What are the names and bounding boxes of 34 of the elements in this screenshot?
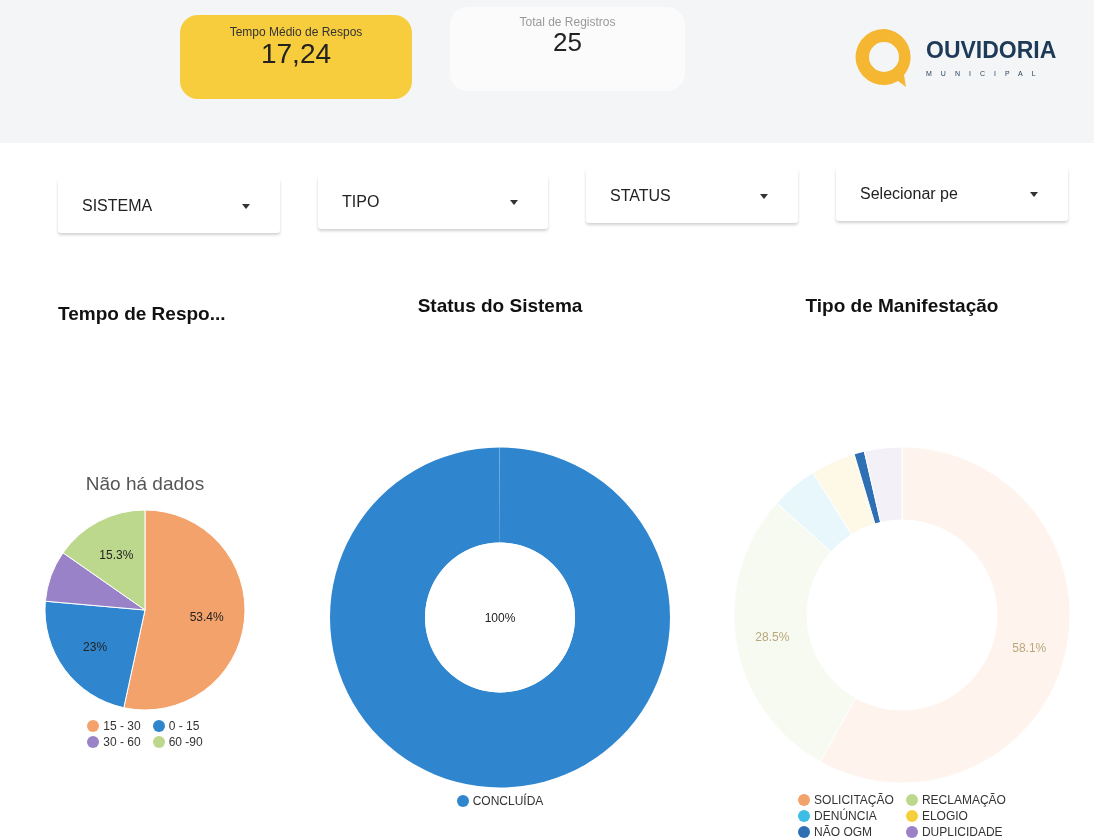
chart-title: Tipo de Manifestação bbox=[805, 295, 999, 317]
filter-dropdown[interactable]: SISTEMA bbox=[58, 179, 280, 233]
legend-label: DUPLICIDADE bbox=[921, 825, 1003, 839]
legend-label: 0 - 15 bbox=[168, 719, 200, 733]
legend-label: ELOGIO bbox=[921, 809, 968, 823]
value-label: 100% bbox=[484, 610, 516, 625]
value-label: 58.1% bbox=[1012, 641, 1047, 656]
legend-label: DENÚNCIA bbox=[814, 809, 877, 823]
legend-label: NÃO OGM bbox=[814, 825, 873, 839]
filter-dropdown[interactable]: TIPO bbox=[318, 175, 548, 229]
metric-label: Total de Registros bbox=[519, 15, 616, 29]
legend-label: 30 - 60 bbox=[103, 735, 141, 749]
logo-title: OUVIDORIA bbox=[926, 37, 1057, 64]
caret-icon bbox=[760, 193, 768, 199]
value-label: 23% bbox=[83, 639, 108, 654]
caret-icon bbox=[242, 203, 250, 209]
legend-label: 60 -90 bbox=[168, 735, 203, 749]
metric-value: 17,24 bbox=[260, 39, 332, 69]
caret-icon bbox=[510, 199, 518, 205]
filter-dropdown[interactable]: STATUS bbox=[586, 169, 798, 223]
metric-label: Tempo Médio de Respos bbox=[229, 25, 363, 39]
metric-value: 25 bbox=[553, 29, 582, 57]
value-label: 15.3% bbox=[99, 548, 134, 563]
legend-label: RECLAMAÇÃO bbox=[921, 793, 1006, 807]
value-label: 53.4% bbox=[189, 609, 224, 624]
legend-label: CONCLUÍDA bbox=[472, 794, 544, 808]
legend-label: 15 - 30 bbox=[103, 719, 141, 733]
legend-label: SOLICITAÇÃO bbox=[814, 793, 894, 807]
filter-dropdown[interactable]: Selecionar pe bbox=[836, 167, 1068, 221]
value-label: 28.5% bbox=[755, 629, 790, 644]
no-data-note: Não há dados bbox=[85, 473, 205, 495]
caret-icon bbox=[1030, 191, 1038, 197]
chart-title: Tempo de Respo... bbox=[58, 303, 226, 325]
chart-title: Status do Sistema bbox=[417, 295, 583, 317]
